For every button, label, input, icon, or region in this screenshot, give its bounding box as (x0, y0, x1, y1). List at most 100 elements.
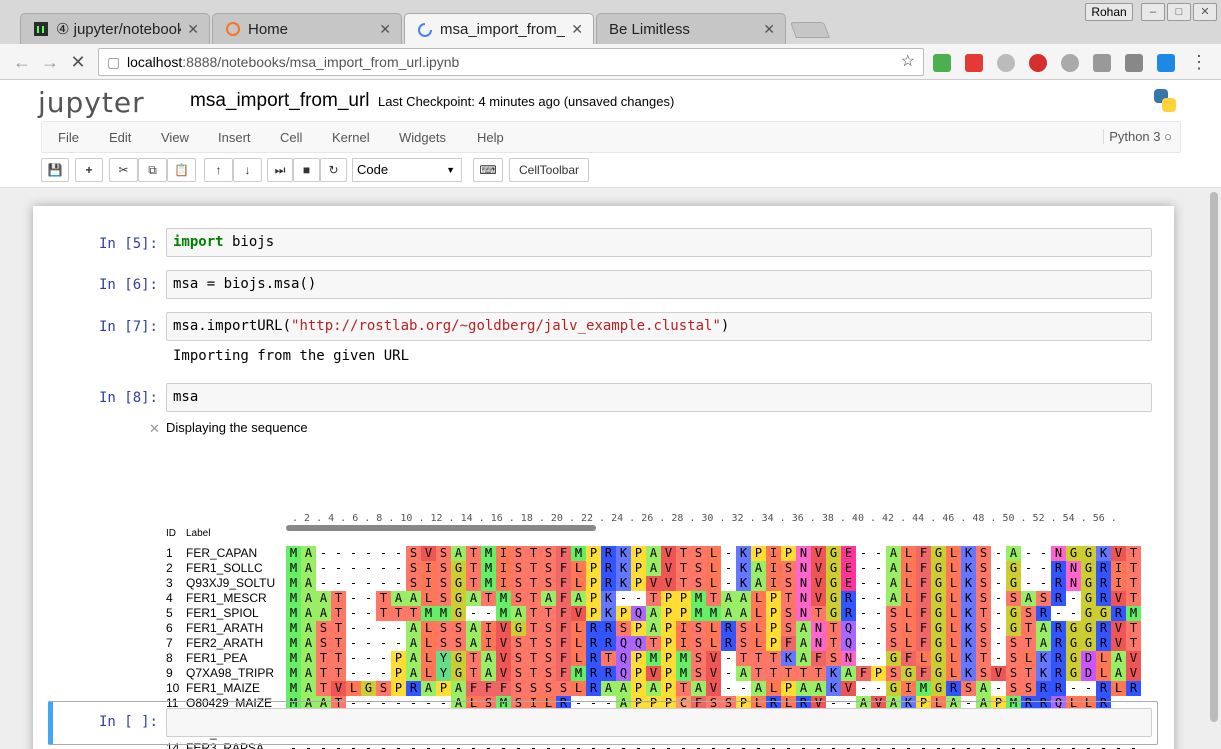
msa-residue: - (379, 636, 388, 650)
msa-residue: L (571, 681, 586, 696)
paste-button[interactable]: 📋 (167, 158, 196, 182)
msa-residue: - (1069, 606, 1078, 620)
close-icon[interactable]: ✕ (187, 21, 199, 38)
msa-residue: F (916, 606, 931, 621)
interrupt-button[interactable]: ■ (293, 158, 320, 182)
download-extension-icon[interactable] (933, 54, 951, 72)
msa-residue: K (616, 546, 631, 561)
msa-row-label[interactable]: FER1_SPIOL (186, 606, 286, 620)
msa-residue: A (406, 666, 421, 681)
menu-kernel[interactable]: Kernel (332, 130, 370, 145)
msa-residue: A (466, 636, 481, 651)
minimize-icon[interactable]: – (1141, 3, 1165, 21)
msa-residue: S (781, 561, 796, 576)
keyboard-icon[interactable]: ⌨ (473, 158, 503, 182)
move-up-button[interactable]: ↑ (204, 158, 233, 182)
stop-loading-icon[interactable]: ✕ (68, 52, 88, 73)
page-vertical-scrollbar[interactable] (1210, 192, 1218, 722)
msa-residue: N (811, 621, 826, 636)
insert-cell-button[interactable]: + (75, 158, 103, 182)
profile-user-button[interactable]: Rohan (1085, 3, 1133, 21)
save-button[interactable]: 💾 (41, 158, 69, 182)
menu-extension-icon[interactable] (1157, 54, 1175, 72)
tab-jupyter-notebook[interactable]: ④ jupyter/notebook ✕ (20, 13, 210, 44)
msa-residue: M (286, 591, 301, 606)
move-down-button[interactable]: ↓ (233, 158, 262, 182)
close-window-icon[interactable]: ✕ (1193, 3, 1217, 21)
msa-viewer: . 2 . 4 . 6 . 8 . 10 . 12 . 14 . 16 . 18… (166, 488, 1156, 749)
cut-button[interactable]: ✂ (109, 158, 138, 182)
msa-residue: T (1126, 636, 1141, 651)
msa-row-label[interactable]: FER1_SOLLC (186, 561, 286, 575)
menu-view[interactable]: View (161, 130, 189, 145)
code-cell-input[interactable]: msa (166, 383, 1152, 412)
msa-horizontal-scrollbar[interactable] (286, 525, 596, 531)
new-tab-button[interactable] (790, 22, 830, 38)
msa-residue: A (301, 621, 316, 636)
restart-button[interactable]: ↻ (320, 158, 347, 182)
msa-residue: R (721, 636, 736, 651)
page-info-icon[interactable]: ▢ (107, 49, 120, 75)
bookmark-star-icon[interactable]: ☆ (901, 49, 915, 75)
copy-button[interactable]: ⧉ (138, 158, 167, 182)
msa-residue: V (571, 606, 586, 621)
adblock-extension-icon[interactable] (1029, 54, 1047, 72)
maximize-icon[interactable]: □ (1167, 3, 1191, 21)
close-icon[interactable]: ✕ (379, 21, 391, 38)
msa-residue: R (1051, 651, 1066, 666)
clear-output-icon[interactable]: ✕ (149, 421, 160, 437)
gear-extension-icon[interactable] (1125, 54, 1143, 72)
msa-row-label[interactable]: Q93XJ9_SOLTU (186, 576, 286, 590)
msa-row-label[interactable]: FER1_MAIZE (186, 681, 286, 695)
celltoolbar-button[interactable]: CellToolbar (509, 158, 589, 182)
msa-residue: L (946, 576, 961, 591)
msa-row-label[interactable]: FER1_MESCR (186, 591, 286, 605)
code-cell-input[interactable]: msa = biojs.msa() (166, 270, 1152, 299)
msa-row-label[interactable]: FER2_ARATH (186, 636, 286, 650)
tab-home[interactable]: Home ✕ (212, 13, 402, 44)
msa-residue: A (316, 606, 331, 621)
menu-cell[interactable]: Cell (280, 130, 302, 145)
menu-insert[interactable]: Insert (218, 130, 251, 145)
msa-row-label[interactable]: Q7XA98_TRIPR (186, 666, 286, 680)
forward-arrow-icon[interactable]: → (40, 52, 60, 73)
code-cell-input[interactable]: msa.importURL("http://rostlab.org/~goldb… (166, 312, 1152, 341)
menu-edit[interactable]: Edit (109, 130, 131, 145)
run-button[interactable]: ⏭ (267, 158, 293, 182)
cell-prompt: In [ ]: (98, 714, 158, 730)
msa-residue: - (379, 621, 388, 635)
msa-residue: N (1051, 546, 1066, 561)
code-cell-input[interactable]: import biojs (166, 228, 1152, 257)
msa-residue: G (1006, 561, 1021, 576)
msa-residue: T (811, 606, 826, 621)
msa-row-label[interactable]: FER1_ARATH (186, 621, 286, 635)
cell-output: Importing from the given URL (173, 348, 410, 364)
close-icon[interactable]: ✕ (571, 21, 583, 38)
live-extension-icon[interactable] (965, 54, 983, 72)
address-bar[interactable]: ▢ localhost:8888/notebooks/msa_import_fr… (98, 48, 924, 76)
back-arrow-icon[interactable]: ← (12, 52, 32, 73)
selected-code-cell[interactable]: In [ ]: (48, 701, 1158, 745)
circle-extension-icon[interactable] (997, 54, 1015, 72)
tab-be-limitless[interactable]: Be Limitless ✕ (596, 13, 786, 44)
msa-residue: V (1111, 546, 1126, 561)
msa-residue: M (1126, 606, 1141, 621)
cell-type-select[interactable]: Code ▼ (352, 158, 462, 182)
msa-residue: T (406, 606, 421, 621)
sync-extension-icon[interactable] (1061, 54, 1079, 72)
msa-residue: S (976, 561, 991, 576)
menu-help[interactable]: Help (477, 130, 504, 145)
puzzle-extension-icon[interactable] (1093, 54, 1111, 72)
msa-row-label[interactable]: FER1_PEA (186, 651, 286, 665)
menu-widgets[interactable]: Widgets (399, 130, 446, 145)
close-icon[interactable]: ✕ (763, 21, 775, 38)
code-cell-input[interactable] (166, 708, 1152, 737)
tab-msa-import[interactable]: msa_import_from_url ✕ (404, 13, 594, 45)
notebook-name[interactable]: msa_import_from_url (190, 90, 370, 112)
menu-file[interactable]: File (58, 130, 79, 145)
msa-residue: T (331, 666, 346, 681)
browser-menu-icon[interactable]: ⋮ (1189, 52, 1209, 73)
msa-row-label[interactable]: FER_CAPAN (186, 546, 286, 560)
msa-residue: P (661, 606, 676, 621)
jupyter-logo[interactable]: jupyter (38, 86, 145, 119)
